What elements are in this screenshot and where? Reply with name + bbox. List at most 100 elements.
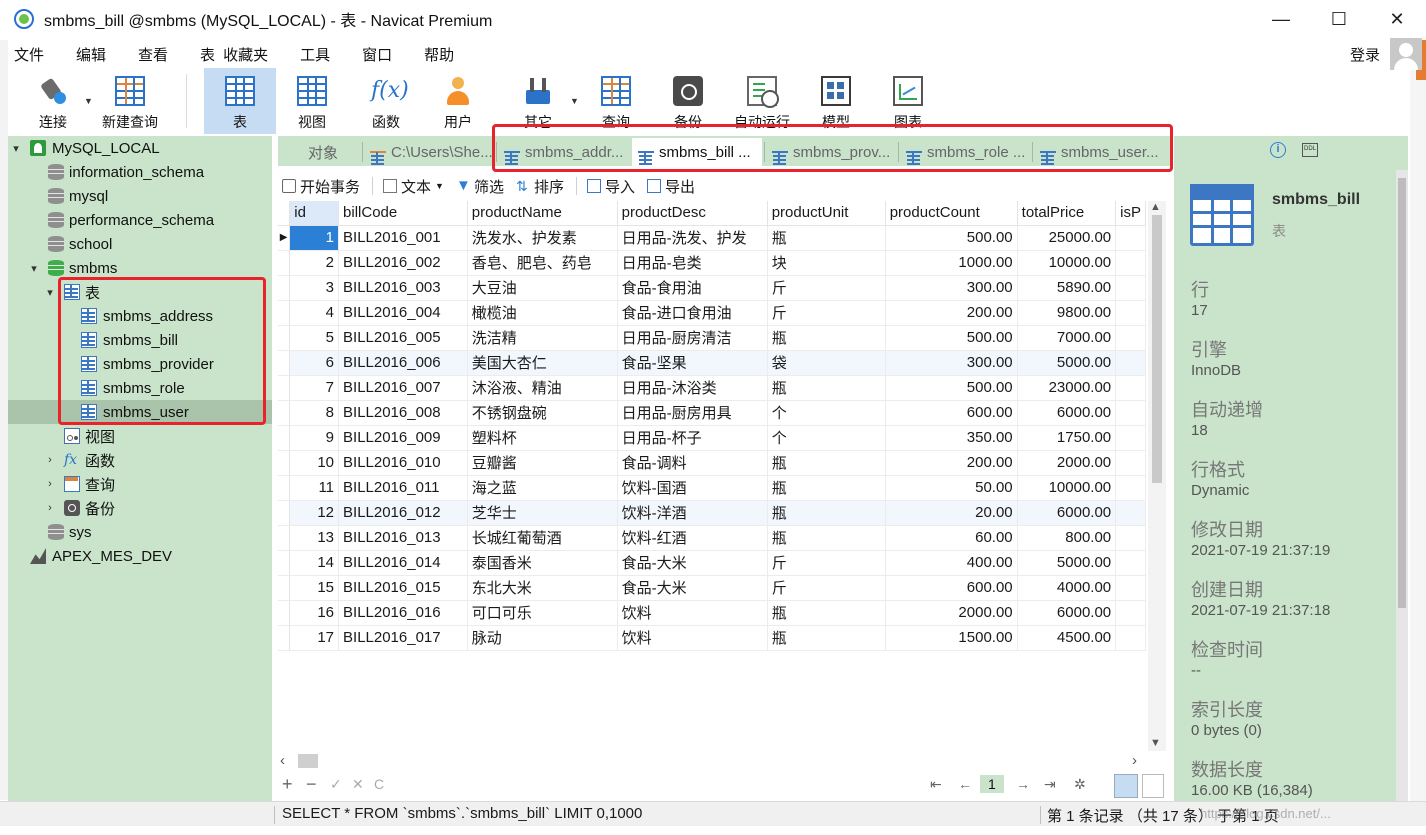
cell-billcode[interactable]: BILL2016_013	[338, 525, 468, 551]
cell-productcount[interactable]: 500.00	[885, 375, 1018, 401]
chevron-right-icon[interactable]: ›	[44, 502, 56, 514]
delete-record-button[interactable]: −	[306, 774, 317, 795]
cell-id[interactable]: 1	[289, 225, 340, 251]
cell-productcount[interactable]: 2000.00	[885, 600, 1018, 626]
cell-productunit[interactable]: 斤	[767, 275, 886, 301]
cell-productcount[interactable]: 20.00	[885, 500, 1018, 526]
cell-id[interactable]: 14	[289, 550, 340, 576]
table-row[interactable]: 6 BILL2016_006 美国大杏仁 食品-坚果袋 300.00 5000.00	[278, 350, 1146, 376]
cell-productunit[interactable]: 瓶	[767, 625, 886, 651]
cell-productcount[interactable]: 500.00	[885, 225, 1018, 251]
scroll-thumb[interactable]	[1398, 178, 1406, 608]
row-marker[interactable]	[278, 350, 291, 376]
new-query-button[interactable]: 新建查询	[96, 68, 164, 134]
menu-view[interactable]: 查看	[122, 44, 184, 65]
cell-productcount[interactable]: 400.00	[885, 550, 1018, 576]
settings-icon[interactable]: ✲	[1074, 776, 1086, 793]
table-button[interactable]: 表	[204, 68, 276, 134]
cell-productunit[interactable]: 瓶	[767, 450, 886, 476]
scroll-thumb[interactable]	[1152, 215, 1162, 483]
cell-id[interactable]: 5	[289, 325, 340, 351]
table-row[interactable]: 10 BILL2016_010 豆瓣酱 食品-调料瓶 200.00 2000.00	[278, 450, 1146, 476]
grid-vertical-scrollbar[interactable]: ▲ ▼	[1148, 201, 1166, 751]
prev-page-button[interactable]: ←	[958, 776, 972, 792]
cell-totalprice[interactable]: 800.00	[1017, 525, 1117, 551]
cell-totalprice[interactable]: 5000.00	[1017, 350, 1117, 376]
cell-productunit[interactable]: 瓶	[767, 500, 886, 526]
cell-productunit[interactable]: 个	[767, 400, 886, 426]
cell-productunit[interactable]: 斤	[767, 300, 886, 326]
cell-billcode[interactable]: BILL2016_014	[338, 550, 468, 576]
cell-totalprice[interactable]: 25000.00	[1017, 225, 1117, 251]
info-panel-scrollbar[interactable]	[1396, 170, 1408, 801]
cell-isp[interactable]	[1115, 475, 1146, 501]
next-page-button[interactable]: →	[1016, 776, 1030, 792]
cell-id[interactable]: 12	[289, 500, 340, 526]
info-icon[interactable]: i	[1270, 142, 1286, 158]
tree-db-performance-schema[interactable]: performance_schema	[8, 208, 272, 232]
table-row[interactable]: 14 BILL2016_014 泰国香米 食品-大米斤 400.00 5000.00	[278, 550, 1146, 576]
cell-productname[interactable]: 大豆油	[467, 275, 618, 301]
view-button[interactable]: 视图	[282, 68, 342, 134]
cell-productdesc[interactable]: 食品-坚果	[617, 350, 768, 376]
cell-productname[interactable]: 不锈钢盘碗	[467, 400, 618, 426]
cell-billcode[interactable]: BILL2016_015	[338, 575, 468, 601]
cell-totalprice[interactable]: 9800.00	[1017, 300, 1117, 326]
cell-productunit[interactable]: 斤	[767, 550, 886, 576]
other-dropdown-icon[interactable]: ▼	[570, 96, 579, 106]
cell-productcount[interactable]: 300.00	[885, 275, 1018, 301]
cell-productcount[interactable]: 200.00	[885, 450, 1018, 476]
cell-productdesc[interactable]: 日用品-厨房用具	[617, 400, 768, 426]
tab-objects[interactable]: 对象	[288, 138, 358, 166]
cell-totalprice[interactable]: 6000.00	[1017, 500, 1117, 526]
cell-billcode[interactable]: BILL2016_017	[338, 625, 468, 651]
tree-connection-apex-mes-dev[interactable]: APEX_MES_DEV	[8, 544, 272, 568]
row-marker[interactable]	[278, 625, 291, 651]
cell-productname[interactable]: 东北大米	[467, 575, 618, 601]
cell-productunit[interactable]: 块	[767, 250, 886, 276]
row-marker[interactable]	[278, 300, 291, 326]
user-button[interactable]: 用户	[428, 68, 488, 134]
cell-isp[interactable]	[1115, 325, 1146, 351]
cell-billcode[interactable]: BILL2016_016	[338, 600, 468, 626]
cell-productcount[interactable]: 50.00	[885, 475, 1018, 501]
cell-productname[interactable]: 香皂、肥皂、药皂	[467, 250, 618, 276]
cell-isp[interactable]	[1115, 575, 1146, 601]
cell-totalprice[interactable]: 10000.00	[1017, 475, 1117, 501]
cell-productcount[interactable]: 600.00	[885, 575, 1018, 601]
filter-button[interactable]: ▼ 筛选	[456, 176, 504, 197]
cell-productdesc[interactable]: 饮料-洋酒	[617, 500, 768, 526]
menu-edit[interactable]: 编辑	[60, 44, 122, 65]
cell-isp[interactable]	[1115, 450, 1146, 476]
cell-productname[interactable]: 可口可乐	[467, 600, 618, 626]
cell-totalprice[interactable]: 5890.00	[1017, 275, 1117, 301]
chevron-down-icon[interactable]: ▾	[28, 262, 40, 275]
cell-billcode[interactable]: BILL2016_003	[338, 275, 468, 301]
cell-totalprice[interactable]: 4000.00	[1017, 575, 1117, 601]
cell-productname[interactable]: 脉动	[467, 625, 618, 651]
login-link[interactable]: 登录	[1350, 44, 1380, 65]
tab-query-file[interactable]: C:\Users\She...	[364, 138, 492, 166]
tree-db-mysql[interactable]: mysql	[8, 184, 272, 208]
row-marker[interactable]	[278, 400, 291, 426]
cell-productdesc[interactable]: 食品-大米	[617, 575, 768, 601]
cell-productname[interactable]: 洗发水、护发素	[467, 225, 618, 251]
chevron-right-icon[interactable]: ›	[44, 454, 56, 466]
row-marker[interactable]	[278, 500, 291, 526]
cell-id[interactable]: 9	[289, 425, 340, 451]
data-grid[interactable]: id billCode productName productDesc prod…	[278, 201, 1146, 751]
chevron-down-icon[interactable]: ▾	[44, 286, 56, 299]
cell-isp[interactable]	[1115, 250, 1146, 276]
table-row[interactable]: ▶ 1 BILL2016_001 洗发水、护发素 日用品-洗发、护发瓶 500.00 250…	[278, 225, 1146, 251]
column-header-totalprice[interactable]: totalPrice	[1017, 201, 1117, 226]
cell-billcode[interactable]: BILL2016_005	[338, 325, 468, 351]
cell-productname[interactable]: 塑料杯	[467, 425, 618, 451]
table-row[interactable]: 12 BILL2016_012 芝华士 饮料-洋酒瓶 20.00 6000.00	[278, 500, 1146, 526]
cell-productname[interactable]: 美国大杏仁	[467, 350, 618, 376]
cell-isp[interactable]	[1115, 375, 1146, 401]
close-button[interactable]: ✕	[1368, 0, 1426, 38]
cell-id[interactable]: 15	[289, 575, 340, 601]
table-row[interactable]: 2 BILL2016_002 香皂、肥皂、药皂 日用品-皂类块 1000.00 10000…	[278, 250, 1146, 276]
begin-transaction-button[interactable]: 开始事务	[282, 176, 360, 197]
cell-id[interactable]: 7	[289, 375, 340, 401]
